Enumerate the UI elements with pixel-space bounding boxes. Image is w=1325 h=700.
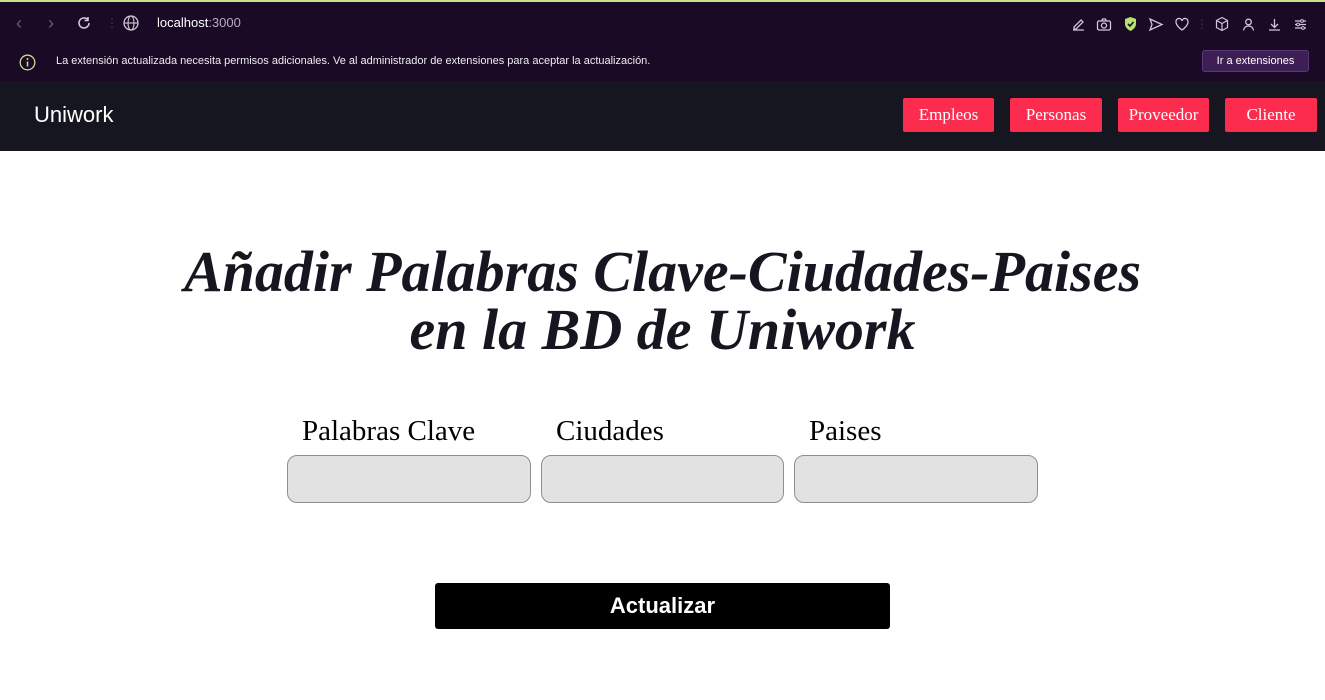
address-bar[interactable]: localhost:3000 — [157, 15, 241, 30]
box-icon[interactable] — [1209, 13, 1235, 35]
countries-input[interactable] — [794, 455, 1038, 503]
notification-text: La extensión actualizada necesita permis… — [56, 55, 651, 67]
page-title-line-1: Añadir Palabras Clave-Ciudades-Paises — [183, 239, 1142, 304]
user-icon[interactable] — [1235, 13, 1261, 35]
browser-toolbar: ‹ › ⋮ localhost:3000 ⋮ — [0, 0, 1325, 44]
extension-notification-bar: La extensión actualizada necesita permis… — [0, 44, 1325, 81]
nav-personas-button[interactable]: Personas — [1010, 98, 1102, 132]
cities-input[interactable] — [541, 455, 784, 503]
nav-empleos-button[interactable]: Empleos — [903, 98, 994, 132]
keywords-input[interactable] — [287, 455, 531, 503]
update-button[interactable]: Actualizar — [435, 583, 890, 629]
app-navbar: Uniwork Empleos Personas Proveedor Clien… — [0, 81, 1325, 151]
settings-icon[interactable] — [1287, 13, 1313, 35]
page-title: Añadir Palabras Clave-Ciudades-Paises en… — [150, 240, 1175, 362]
forward-icon[interactable]: › — [40, 12, 62, 34]
send-icon[interactable] — [1143, 13, 1169, 35]
reload-icon[interactable] — [73, 12, 95, 34]
brand-logo[interactable]: Uniwork — [34, 102, 113, 128]
toolbar-icons: ⋮ — [1065, 13, 1313, 35]
go-to-extensions-button[interactable]: Ir a extensiones — [1202, 50, 1309, 72]
toolbar-separator: ⋮ — [1196, 17, 1208, 31]
camera-icon[interactable] — [1091, 13, 1117, 35]
info-icon — [19, 54, 36, 71]
cities-label: Ciudades — [556, 415, 664, 447]
globe-icon — [122, 14, 140, 32]
edit-icon[interactable] — [1065, 13, 1091, 35]
keywords-label: Palabras Clave — [302, 415, 476, 447]
heart-icon[interactable] — [1169, 13, 1195, 35]
toolbar-separator: ⋮ — [106, 16, 118, 30]
download-icon[interactable] — [1261, 13, 1287, 35]
shield-check-icon[interactable] — [1117, 13, 1143, 35]
back-icon[interactable]: ‹ — [8, 12, 30, 34]
page-title-line-2: en la BD de Uniwork — [409, 297, 916, 362]
nav-proveedor-button[interactable]: Proveedor — [1118, 98, 1209, 132]
countries-label: Paises — [809, 415, 882, 447]
nav-cliente-button[interactable]: Cliente — [1225, 98, 1317, 132]
